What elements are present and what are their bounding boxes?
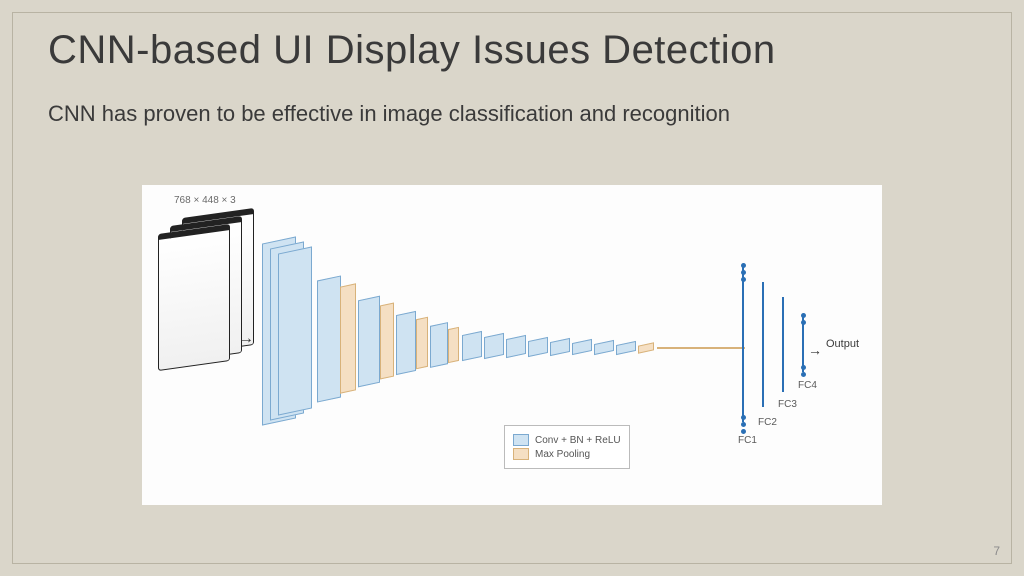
conv-layer	[462, 331, 482, 361]
pool-layer	[448, 327, 459, 363]
arrow-right-icon: →	[808, 342, 822, 358]
conv-layer	[317, 275, 341, 402]
fc-label: FC2	[758, 417, 777, 428]
conv-layer	[616, 341, 636, 355]
fc-layer	[762, 282, 764, 407]
conv-layer	[506, 335, 526, 358]
slide-title: CNN-based UI Display Issues Detection	[48, 28, 776, 73]
output-label: Output	[826, 338, 859, 350]
fully-connected-layers	[742, 267, 862, 467]
legend-conv-label: Conv + BN + ReLU	[535, 435, 621, 446]
conv-layer	[594, 340, 614, 355]
conv-layer	[484, 333, 504, 359]
arrow-right-icon: →	[238, 330, 254, 348]
conv-layer	[528, 337, 548, 357]
input-dimensions-label: 768 × 448 × 3	[174, 195, 236, 206]
conv-layer	[358, 296, 380, 388]
input-images-stack	[152, 213, 252, 363]
conv-layer	[430, 322, 448, 368]
fc-label: FC4	[798, 380, 817, 391]
fc-layer	[742, 267, 744, 422]
page-number: 7	[993, 544, 1000, 558]
input-screenshot-icon	[158, 224, 230, 371]
conv-pool-blocks	[262, 240, 742, 440]
flatten-connector	[657, 347, 745, 349]
legend-pool-label: Max Pooling	[535, 449, 590, 460]
pool-layer	[416, 317, 428, 370]
pool-layer	[638, 342, 654, 353]
slide-subtitle: CNN has proven to be effective in image …	[48, 100, 976, 129]
legend: Conv + BN + ReLU Max Pooling	[504, 425, 630, 469]
fc-layer	[782, 297, 784, 392]
pool-swatch-icon	[513, 448, 529, 460]
pool-layer	[380, 303, 394, 380]
cnn-architecture-diagram: 768 × 448 × 3 →	[142, 185, 882, 505]
pool-layer	[340, 283, 356, 393]
conv-layer	[550, 338, 570, 356]
conv-layer	[572, 339, 592, 355]
fc-layer	[802, 317, 804, 372]
fc-label: FC1	[738, 435, 757, 446]
conv-layer	[396, 311, 416, 375]
fc-label: FC3	[778, 399, 797, 410]
conv-swatch-icon	[513, 434, 529, 446]
conv-layer	[278, 246, 312, 415]
